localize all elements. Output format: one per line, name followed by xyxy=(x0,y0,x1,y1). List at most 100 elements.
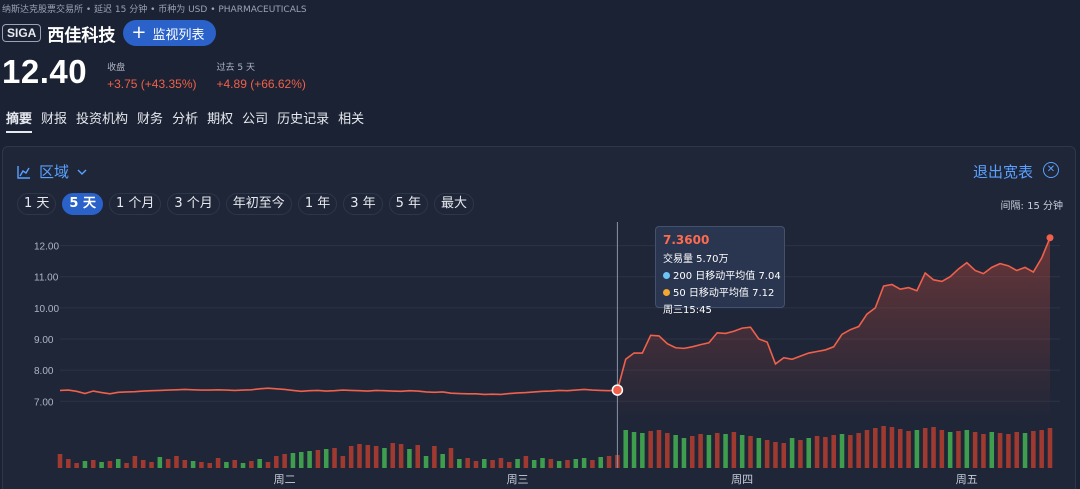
last-point xyxy=(1046,234,1054,242)
volume-bar xyxy=(773,442,778,468)
volume-bar xyxy=(66,459,71,468)
volume-bar xyxy=(690,436,695,468)
volume-bar xyxy=(240,463,246,468)
y-tick-label: 7.00 xyxy=(34,397,54,408)
volume-bar xyxy=(398,444,404,468)
volume-bar xyxy=(207,463,213,468)
volume-bar xyxy=(748,436,753,468)
volume-bar xyxy=(523,456,529,468)
volume-bar xyxy=(939,430,945,468)
volume-bar xyxy=(673,435,678,468)
chart-tooltip: 7.3600 交易量 5.70万 200 日移动平均值 7.04 50 日移动平… xyxy=(655,226,785,316)
volume-bar xyxy=(482,459,487,468)
volume-bar xyxy=(531,460,537,468)
volume-bar xyxy=(265,462,271,468)
volume-bar xyxy=(74,463,79,468)
volume-bar xyxy=(149,462,154,468)
tooltip-ma200: 200 日移动平均值 7.04 xyxy=(673,271,781,282)
volume-bar xyxy=(382,448,387,468)
volume-bar xyxy=(806,438,812,468)
price-chart[interactable]: 12.00 11.00 10.00 9.00 8.00 7.00 周二 周三 周四 周五 xyxy=(0,0,1080,489)
y-tick-label: 11.00 xyxy=(34,273,59,284)
ma50-dot-icon xyxy=(663,289,670,296)
volume-bar xyxy=(257,459,262,468)
volume-bar xyxy=(457,459,462,468)
volume-bar xyxy=(249,461,254,468)
volume-bar xyxy=(731,432,737,468)
x-tick-label: 周四 xyxy=(731,473,753,486)
volume-bar xyxy=(931,427,936,468)
volume-bar xyxy=(556,461,562,468)
volume-bar xyxy=(922,428,928,468)
volume-bar xyxy=(972,432,978,468)
volume-bar xyxy=(1022,433,1028,468)
x-tick-label: 周三 xyxy=(507,473,529,486)
tooltip-volume: 交易量 5.70万 xyxy=(663,254,729,265)
volume-bar xyxy=(848,435,853,468)
volume-bar xyxy=(723,434,728,468)
volume-bar xyxy=(640,433,645,468)
volume-bar xyxy=(947,432,953,468)
volume-bar xyxy=(448,448,454,468)
volume-bar xyxy=(889,427,895,468)
x-tick-label: 周二 xyxy=(274,473,296,486)
volume-bar xyxy=(914,430,920,468)
y-tick-label: 12.00 xyxy=(34,242,59,253)
volume-bar xyxy=(473,461,479,468)
volume-bar xyxy=(873,428,878,468)
volume-bar xyxy=(323,449,329,468)
volume-bar xyxy=(781,443,787,468)
volume-bar xyxy=(332,448,337,468)
volume-bar xyxy=(107,461,113,468)
volume-bar xyxy=(590,460,595,468)
volume-bar xyxy=(981,434,986,468)
volume-bar xyxy=(1006,434,1011,468)
volume-bar xyxy=(897,429,903,468)
volume-bar xyxy=(348,446,354,468)
volume-bar xyxy=(839,434,845,468)
volume-bar xyxy=(415,445,420,468)
volume-bar xyxy=(656,430,662,468)
volume-bar xyxy=(1031,431,1036,468)
volume-bar xyxy=(174,456,179,468)
volume-bar xyxy=(423,456,429,468)
volume-bar xyxy=(648,431,653,468)
volume-bar xyxy=(432,446,437,468)
volume-bar xyxy=(215,458,221,468)
volume-bar xyxy=(140,460,146,468)
y-tick-label: 10.00 xyxy=(34,304,59,315)
volume-bar xyxy=(440,454,445,468)
volume-bar xyxy=(340,456,346,468)
volume-bar xyxy=(490,460,495,468)
volume-bar xyxy=(739,435,745,468)
volume-bar xyxy=(540,458,545,468)
volume-bar xyxy=(157,457,163,468)
volume-bar xyxy=(373,446,379,468)
volume-bar xyxy=(365,445,371,468)
volume-bar xyxy=(565,460,570,468)
volume-bar xyxy=(307,451,312,468)
volume-bar xyxy=(407,449,412,468)
volume-bar xyxy=(714,433,720,468)
volume-bar xyxy=(315,450,321,468)
volume-bar xyxy=(1039,430,1044,468)
volume-bar xyxy=(997,433,1003,468)
volume-bar xyxy=(282,454,287,468)
volume-bar xyxy=(91,460,96,468)
y-tick-label: 9.00 xyxy=(34,335,54,346)
volume-bar xyxy=(856,433,861,468)
volume-bar xyxy=(764,440,770,468)
volume-bar xyxy=(623,430,628,468)
volume-bar xyxy=(698,434,703,468)
volume-bar xyxy=(606,456,612,468)
volume-bar xyxy=(165,459,171,468)
volume-bar xyxy=(190,461,196,468)
volume-bar xyxy=(823,437,828,468)
volume-bar xyxy=(706,435,712,468)
volume-bar xyxy=(1047,428,1053,468)
volume-bar xyxy=(515,459,520,468)
volume-bar xyxy=(82,461,88,468)
volume-bar xyxy=(124,463,129,468)
volume-bar xyxy=(298,452,304,468)
volume-bar xyxy=(598,457,604,468)
